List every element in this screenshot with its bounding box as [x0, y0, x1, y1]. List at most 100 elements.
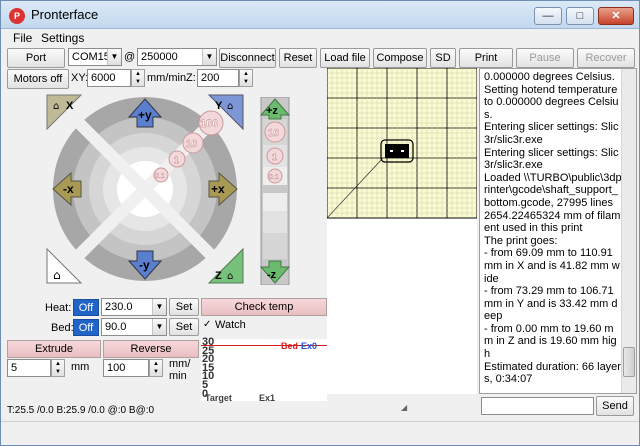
z-feedrate-input[interactable]: 200: [197, 69, 239, 87]
extrude-button[interactable]: Extrude: [7, 340, 101, 358]
legend-ex1: Ex1: [259, 393, 276, 403]
port-button[interactable]: Port: [7, 48, 65, 68]
console-text: 0.000000 degrees Celsius. Setting hotend…: [484, 71, 622, 386]
extrude-speed-unit-top: mm/: [169, 358, 191, 370]
object-hole: [390, 150, 393, 152]
z-step-10-label: 10: [268, 128, 280, 139]
minimize-button[interactable]: —: [534, 7, 562, 25]
temperature-graph: 30 25 20 15 10 5 0 Bed Ex0 Target Ex1: [201, 336, 327, 403]
z-feedrate-label: Z:: [186, 72, 196, 84]
z-step-0-1-down[interactable]: [263, 193, 287, 211]
z-step-1-down[interactable]: [263, 211, 287, 233]
chevron-down-icon: ▼: [152, 319, 166, 335]
home-icon: ⌂: [227, 101, 233, 112]
compose-button[interactable]: Compose: [373, 48, 427, 68]
heat-off-button[interactable]: Off: [73, 299, 99, 316]
z-step-10-down[interactable]: [263, 233, 287, 259]
window-title: Pronterface: [31, 7, 99, 22]
home-y-label: Y: [215, 100, 223, 112]
jog-plus-y-label: +y: [138, 108, 152, 122]
jog-minus-x-label: -x: [63, 182, 74, 196]
xy-feedrate-input[interactable]: 6000: [87, 69, 131, 87]
z-plus-label: +z: [266, 105, 278, 117]
feedrate-units-label: mm/min: [147, 72, 187, 84]
port-select[interactable]: COM15 ▼: [68, 48, 122, 66]
motors-off-button[interactable]: Motors off: [7, 69, 69, 89]
extrude-speed-unit-bottom: min: [169, 370, 187, 382]
extrude-speed-input[interactable]: 100: [103, 359, 149, 377]
sd-button[interactable]: SD: [430, 48, 456, 68]
menu-settings[interactable]: Settings: [41, 31, 84, 45]
console-scrollbar[interactable]: [621, 69, 636, 393]
printed-object: [385, 144, 409, 158]
legend-ex0: Ex0: [301, 341, 318, 351]
reverse-button[interactable]: Reverse: [103, 340, 199, 358]
app-logo-icon: P: [9, 8, 25, 24]
chevron-down-icon: ▼: [152, 299, 166, 315]
status-bar: T:25.5 /0.0 B:25.9 /0.0 @:0 B@:0 ◢: [1, 403, 639, 445]
z-jog-control[interactable]: +z -z 10 1 0.1: [259, 97, 291, 285]
extrude-length-unit: mm: [71, 361, 90, 373]
reset-button[interactable]: Reset: [279, 48, 317, 68]
title-bar: P Pronterface — □ ✕: [1, 1, 639, 29]
legend-target: Target: [205, 393, 232, 403]
object-hole: [401, 150, 404, 152]
menu-bar: File Settings: [1, 29, 639, 47]
baud-select[interactable]: 250000 ▼: [137, 48, 217, 66]
at-label: @: [124, 51, 136, 63]
check-temp-button[interactable]: Check temp: [201, 298, 327, 316]
home-icon: ⌂: [53, 268, 61, 282]
bed-select[interactable]: 90.0 ▼: [101, 318, 167, 336]
bed-set-button[interactable]: Set: [169, 318, 199, 336]
z-step-0-1-label: 0.1: [269, 174, 279, 181]
jog-plus-x-label: +x: [211, 182, 225, 196]
bed-label: Bed:: [51, 322, 74, 334]
xy-jog-control[interactable]: ⌂ X Y ⌂ ⌂ Z ⌂ +y -y -x +x 100 10 1 0.1: [45, 93, 245, 285]
jog-minus-y-label: -y: [139, 258, 150, 272]
legend-bed: Bed: [281, 341, 299, 351]
xy-feedrate-spinner[interactable]: ▲ ▼: [131, 69, 145, 87]
status-divider: [1, 421, 639, 422]
resize-grip-icon[interactable]: ◢: [401, 403, 407, 412]
console-log[interactable]: 0.000000 degrees Celsius. Setting hotend…: [479, 68, 637, 394]
recover-button[interactable]: Recover: [577, 48, 635, 68]
load-file-button[interactable]: Load file: [320, 48, 370, 68]
watch-checkbox[interactable]: ✓: [203, 319, 211, 330]
print-button[interactable]: Print: [459, 48, 513, 68]
bed-grid: [327, 68, 477, 219]
heat-set-button[interactable]: Set: [169, 298, 199, 316]
bed-preview[interactable]: [327, 68, 477, 394]
chevron-down-icon: ▼: [202, 49, 216, 65]
heat-label: Heat:: [45, 302, 72, 314]
z-step-1-label: 1: [272, 152, 277, 162]
pause-button[interactable]: Pause: [516, 48, 574, 68]
home-icon: ⌂: [227, 271, 233, 282]
bed-value: 90.0: [105, 321, 127, 333]
step-0-1-label: 0.1: [155, 173, 165, 180]
z-minus-label: -z: [267, 269, 277, 281]
maximize-button[interactable]: □: [566, 7, 594, 25]
baud-value: 250000: [141, 51, 178, 63]
home-z-label: Z: [215, 270, 222, 282]
heat-value: 230.0: [105, 301, 133, 313]
extrude-speed-spinner[interactable]: ▲ ▼: [149, 359, 163, 377]
z-feedrate-spinner[interactable]: ▲ ▼: [239, 69, 253, 87]
step-1-label: 1: [174, 155, 179, 165]
step-10-label: 10: [186, 139, 198, 150]
close-button[interactable]: ✕: [598, 7, 634, 25]
status-text: T:25.5 /0.0 B:25.9 /0.0 @:0 B@:0: [7, 405, 155, 416]
extrude-length-input[interactable]: 5: [7, 359, 51, 377]
chevron-down-icon: ▼: [107, 49, 121, 65]
port-value: COM15: [72, 51, 110, 63]
console-scroll-thumb[interactable]: [623, 347, 635, 377]
extrude-length-spinner[interactable]: ▲ ▼: [51, 359, 65, 377]
heat-select[interactable]: 230.0 ▼: [101, 298, 167, 316]
watch-label: Watch: [215, 319, 246, 331]
menu-file[interactable]: File: [13, 31, 32, 45]
home-icon: ⌂: [53, 101, 59, 112]
disconnect-button[interactable]: Disconnect: [219, 48, 276, 68]
bed-off-button[interactable]: Off: [73, 319, 99, 336]
xy-feedrate-label: XY:: [71, 72, 89, 84]
step-100-label: 100: [200, 118, 218, 130]
app-window: P Pronterface — □ ✕ File Settings Port C…: [0, 0, 640, 446]
